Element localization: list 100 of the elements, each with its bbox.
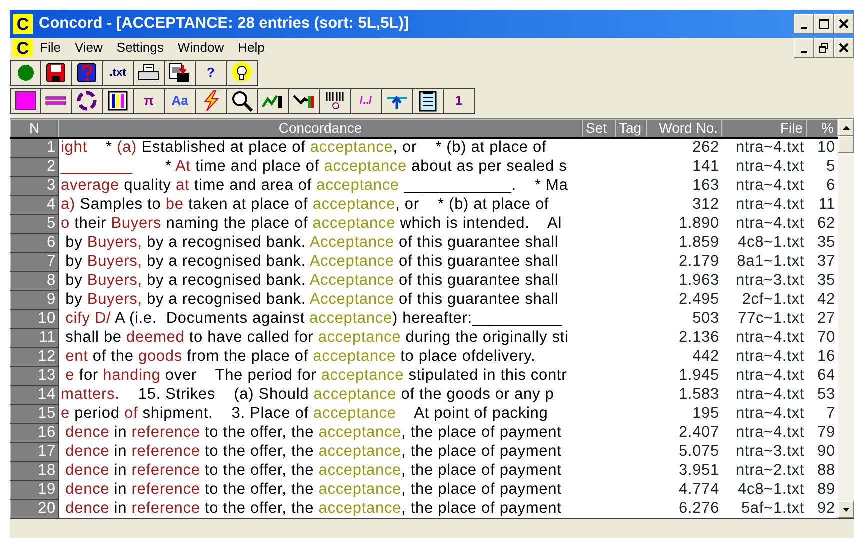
toolbar-button[interactable]	[72, 60, 103, 86]
file-name: ntra~3.txt	[722, 271, 806, 290]
close-icon	[839, 43, 849, 53]
toolbar-button[interactable]: π	[134, 88, 165, 114]
toolbar-button[interactable]	[72, 88, 103, 114]
row-number: 1	[10, 138, 58, 157]
menu-item[interactable]: Window	[170, 38, 232, 58]
word-number: 442	[646, 347, 722, 366]
file-name: 5af~1.txt	[722, 499, 806, 518]
close-button[interactable]	[834, 14, 854, 34]
row-number: 11	[10, 328, 58, 347]
file-name: 4c8~1.txt	[722, 233, 806, 252]
toolbar-button[interactable]	[165, 60, 196, 86]
columns-icon	[108, 91, 128, 111]
word-number: 163	[646, 176, 722, 195]
toolbar-button[interactable]	[134, 60, 165, 86]
column-header[interactable]: File	[722, 120, 806, 138]
menu-item[interactable]: File	[33, 38, 68, 58]
word-number: 1.890	[646, 214, 722, 233]
menu-item[interactable]: Help	[231, 38, 272, 58]
menu-item[interactable]: View	[68, 38, 110, 58]
restore-button[interactable]	[814, 38, 834, 58]
toolbar-button[interactable]	[413, 88, 444, 114]
toolbar-button[interactable]	[103, 88, 134, 114]
percent-value: 42	[806, 290, 838, 309]
barcode-icon	[325, 91, 345, 111]
row-number: 13	[10, 366, 58, 385]
concordance-line: e period of shipment. 3. Place of acceptance At point of packing	[58, 404, 582, 423]
scroll-down-button[interactable]	[838, 501, 854, 518]
minimize-button[interactable]	[794, 38, 814, 58]
toolbar-button[interactable]	[41, 60, 72, 86]
percent-value: 37	[806, 252, 838, 271]
file-name: ntra~4.txt	[722, 157, 806, 176]
file-name: ntra~4.txt	[722, 328, 806, 347]
word-number: 2.136	[646, 328, 722, 347]
row-number: 16	[10, 423, 58, 442]
scrollbar-thumb[interactable]	[838, 136, 854, 153]
file-name: 8a1~1.txt	[722, 252, 806, 271]
notepad-icon	[419, 90, 437, 112]
row-number: 7	[10, 252, 58, 271]
row-number: 20	[10, 499, 58, 518]
column-header[interactable]: %	[806, 120, 838, 138]
percent-value: 5	[806, 157, 838, 176]
toolbar-button[interactable]: Aa	[165, 88, 196, 114]
file-name: ntra~4.txt	[722, 385, 806, 404]
menu-item[interactable]: Settings	[110, 38, 171, 58]
maximize-button[interactable]	[814, 14, 834, 34]
word-number: 2.495	[646, 290, 722, 309]
toolbar-button[interactable]	[382, 88, 413, 114]
row-number: 18	[10, 461, 58, 480]
concordance-line: by Buyers, by a recognised bank. Acceptance of this guarantee shall	[58, 252, 582, 271]
toolbar-button[interactable]	[41, 88, 72, 114]
row-number: 2	[10, 157, 58, 176]
close-button[interactable]	[834, 38, 854, 58]
percent-value: 6	[806, 176, 838, 195]
toolbar-button[interactable]	[227, 60, 258, 86]
word-number: 262	[646, 138, 722, 157]
concordance-line: dence in reference to the offer, the acceptance, the place of payment	[58, 423, 582, 442]
file-name: 2cf~1.txt	[722, 290, 806, 309]
word-number: 5.075	[646, 442, 722, 461]
file-name: ntra~4.txt	[722, 423, 806, 442]
toolbar-button[interactable]	[227, 88, 258, 114]
restore-icon	[819, 43, 829, 53]
column-header[interactable]: Tag	[616, 120, 646, 138]
minimize-button[interactable]	[794, 14, 814, 34]
toolbar-button[interactable]: ?	[196, 60, 227, 86]
toolbar-button[interactable]	[258, 88, 289, 114]
cycle-arrows-icon	[77, 91, 97, 111]
toolbar-button[interactable]	[196, 88, 227, 114]
toolbar-button[interactable]	[10, 60, 41, 86]
word-number: 1.963	[646, 271, 722, 290]
word-number: 2.179	[646, 252, 722, 271]
toolbar-button[interactable]	[289, 88, 320, 114]
percent-value: 35	[806, 233, 838, 252]
concordance-line: by Buyers, by a recognised bank. Acceptance of this guarantee shall	[58, 233, 582, 252]
file-name: ntra~4.txt	[722, 366, 806, 385]
concordance-line: ________ * At time and place of acceptance about as per sealed s	[58, 157, 582, 176]
toolbar-button[interactable]: 1	[444, 88, 475, 114]
scrollbar[interactable]	[838, 119, 854, 518]
file-name: ntra~2.txt	[722, 461, 806, 480]
word-number: 2.407	[646, 423, 722, 442]
concordance-line: by Buyers, by a recognised bank. Acceptance of this guarantee shall	[58, 271, 582, 290]
column-header[interactable]: Concordance	[58, 120, 582, 138]
percent-value: 27	[806, 309, 838, 328]
word-number: 503	[646, 309, 722, 328]
percent-value: 89	[806, 480, 838, 499]
toolbar-button[interactable]	[320, 88, 351, 114]
row-number: 12	[10, 347, 58, 366]
toolbar-button[interactable]	[10, 88, 41, 114]
concordance-line: e for handing over The period for acceptance stipulated in this contr	[58, 366, 582, 385]
down-arrow-icon	[842, 508, 850, 512]
row-number: 3	[10, 176, 58, 195]
toolbar-button[interactable]: .txt	[103, 60, 134, 86]
maximize-icon	[819, 19, 829, 29]
concordance-line: dence in reference to the offer, the acceptance, the place of payment	[58, 480, 582, 499]
column-header[interactable]: Set	[582, 120, 616, 138]
scroll-up-button[interactable]	[838, 119, 854, 136]
column-header[interactable]: N	[10, 120, 58, 138]
concordance-line: ent of the goods from the place of acceptance to place ofdelivery.	[58, 347, 582, 366]
column-header[interactable]: Word No.	[646, 120, 722, 138]
